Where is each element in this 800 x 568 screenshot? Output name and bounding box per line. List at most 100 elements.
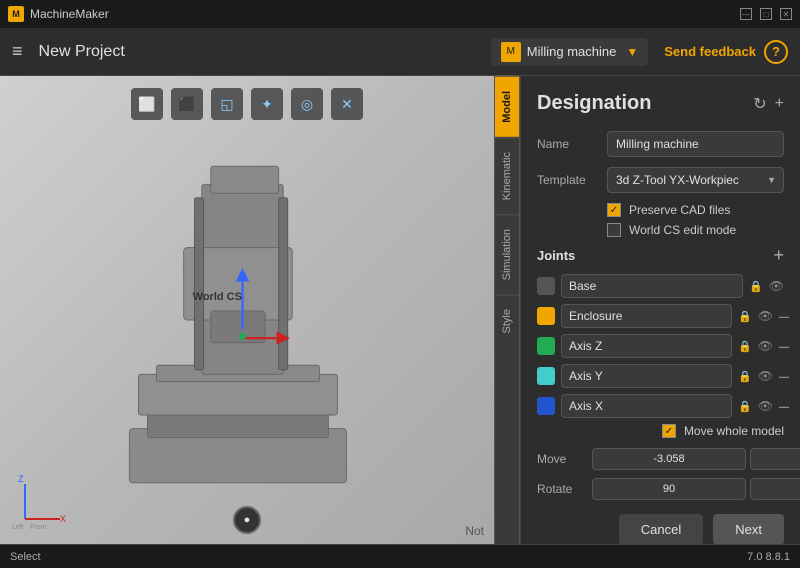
svg-text:Front: Front (30, 524, 46, 531)
joint-remove-axis-x[interactable]: – (779, 397, 789, 415)
rotate-inputs (592, 478, 800, 500)
joint-remove-axis-y[interactable]: – (779, 367, 789, 385)
joint-eye-axis-x[interactable]: 👁 (758, 399, 773, 413)
joint-row-enclosure: 🔒👁– (537, 304, 784, 328)
rotate-y-input[interactable] (750, 478, 800, 500)
joint-name-base[interactable] (561, 274, 743, 298)
joint-row-axis-z: 🔒👁– (537, 334, 784, 358)
viewport-btn-view3[interactable]: ◱ (211, 88, 243, 120)
panel-title: Designation (537, 92, 651, 115)
viewport-btn-view6[interactable]: ✕ (331, 88, 363, 120)
axis-indicator: Z X Left Front (10, 474, 70, 534)
checkbox-row-preserve-cad: ✓ Preserve CAD files (607, 203, 784, 217)
move-whole-model-checkbox[interactable]: ✓ (662, 424, 676, 438)
viewport-btn-view1[interactable]: ⬜ (131, 88, 163, 120)
viewport-toolbar: ⬜⬛◱✦◎✕ (131, 88, 363, 120)
vertical-tab-simulation[interactable]: Simulation (495, 214, 519, 294)
send-feedback-button[interactable]: Send feedback (664, 44, 756, 59)
viewport-btn-view5[interactable]: ◎ (291, 88, 323, 120)
joint-row-axis-x: 🔒👁– (537, 394, 784, 418)
joint-row-axis-y: 🔒👁– (537, 364, 784, 388)
move-x-input[interactable] (592, 448, 746, 470)
template-select-wrapper: 3d Z-Tool YX-Workpiec (607, 167, 784, 193)
joint-eye-base[interactable]: 👁 (769, 279, 784, 293)
next-button[interactable]: Next (713, 514, 784, 544)
record-button[interactable]: ● (233, 506, 261, 534)
panel-header: Designation ↻ + (537, 92, 784, 115)
add-panel-button[interactable]: + (775, 94, 784, 114)
viewport-btn-view2[interactable]: ⬛ (171, 88, 203, 120)
viewport[interactable]: ⬜⬛◱✦◎✕ (0, 76, 494, 544)
machine-3d (20, 136, 474, 504)
bottom-coords: 7.0 8.8.1 (747, 551, 790, 563)
joint-color-enclosure (537, 307, 555, 325)
joint-eye-axis-y[interactable]: 👁 (758, 369, 773, 383)
joint-color-base (537, 277, 555, 295)
machine-icon: M (501, 42, 521, 62)
joint-remove-axis-z[interactable]: – (779, 337, 789, 355)
move-row: Move (537, 448, 784, 470)
project-title: New Project (39, 43, 491, 61)
title-bar-left: M MachineMaker (8, 6, 109, 22)
title-bar-title: MachineMaker (30, 7, 109, 21)
maximize-button[interactable]: □ (760, 8, 772, 20)
name-row: Name (537, 131, 784, 157)
joint-lock-axis-z[interactable]: 🔒 (738, 340, 752, 353)
checkbox-row-world-cs: World CS edit mode (607, 223, 784, 237)
joint-remove-enclosure[interactable]: – (779, 307, 789, 325)
joint-lock-axis-y[interactable]: 🔒 (738, 370, 752, 383)
template-select[interactable]: 3d Z-Tool YX-Workpiec (607, 167, 784, 193)
move-whole-model-row: ✓ Move whole model (537, 424, 784, 438)
vertical-tabs: ModelKinematicSimulationStyle (494, 76, 520, 544)
machine-selector[interactable]: M Milling machine ▼ (491, 38, 648, 66)
joints-title: Joints (537, 248, 575, 263)
template-label: Template (537, 173, 607, 187)
checkbox-label-world-cs: World CS edit mode (629, 223, 736, 237)
panel-actions: Cancel Next (537, 514, 784, 544)
move-inputs (592, 448, 800, 470)
rotate-row: Rotate (537, 478, 784, 500)
svg-text:Z: Z (18, 474, 24, 484)
checkbox-label-preserve-cad: Preserve CAD files (629, 203, 730, 217)
move-y-input[interactable] (750, 448, 800, 470)
joints-header: Joints + (537, 245, 784, 266)
chevron-down-icon: ▼ (626, 45, 638, 59)
joint-name-axis-z[interactable] (561, 334, 732, 358)
joint-name-axis-x[interactable] (561, 394, 732, 418)
joint-color-axis-x (537, 397, 555, 415)
panel-header-actions: ↻ + (753, 94, 784, 114)
cancel-button[interactable]: Cancel (619, 514, 703, 544)
move-whole-model-label: Move whole model (684, 424, 784, 438)
joints-add-button[interactable]: + (773, 245, 784, 266)
viewport-btn-view4[interactable]: ✦ (251, 88, 283, 120)
name-label: Name (537, 137, 607, 151)
joint-lock-base[interactable]: 🔒 (749, 280, 763, 293)
refresh-button[interactable]: ↻ (753, 94, 766, 114)
help-button[interactable]: ? (764, 40, 788, 64)
checkbox-preserve-cad[interactable]: ✓ (607, 203, 621, 217)
vertical-tab-style[interactable]: Style (495, 294, 519, 347)
right-panel: Designation ↻ + Name Template 3d Z-Tool … (520, 76, 800, 544)
svg-text:Left: Left (12, 524, 24, 531)
joint-name-axis-y[interactable] (561, 364, 732, 388)
joint-name-enclosure[interactable] (561, 304, 732, 328)
content-area: ⬜⬛◱✦◎✕ (0, 76, 800, 544)
joints-list: 🔒👁🔒👁–🔒👁–🔒👁–🔒👁– (537, 274, 784, 418)
checkbox-world-cs[interactable] (607, 223, 621, 237)
joint-lock-axis-x[interactable]: 🔒 (738, 400, 752, 413)
vertical-tab-model[interactable]: Model (495, 76, 519, 137)
main-toolbar: ≡ New Project M Milling machine ▼ Send f… (0, 28, 800, 76)
joint-eye-axis-z[interactable]: 👁 (758, 339, 773, 353)
rotate-x-input[interactable] (592, 478, 746, 500)
close-button[interactable]: ✕ (780, 8, 792, 20)
machine-name: Milling machine (527, 44, 617, 59)
not-label: Not (465, 524, 484, 538)
name-input[interactable] (607, 131, 784, 157)
joint-eye-enclosure[interactable]: 👁 (758, 309, 773, 323)
app-icon: M (8, 6, 24, 22)
minimize-button[interactable]: — (740, 8, 752, 20)
vertical-tab-kinematic[interactable]: Kinematic (495, 137, 519, 214)
joint-lock-enclosure[interactable]: 🔒 (738, 310, 752, 323)
menu-icon[interactable]: ≡ (12, 41, 23, 62)
move-label: Move (537, 452, 592, 466)
